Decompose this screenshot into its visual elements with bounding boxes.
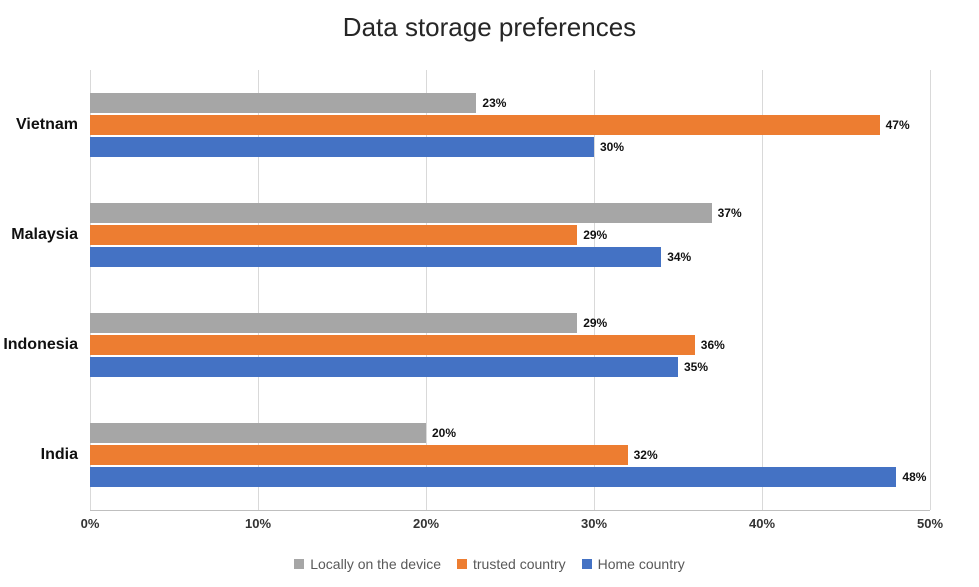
- category-label: Malaysia: [11, 226, 78, 244]
- bar: [90, 445, 628, 465]
- chart-title: Data storage preferences: [0, 12, 979, 43]
- bar-value-label: 20%: [432, 426, 456, 440]
- legend-label: Home country: [598, 556, 685, 572]
- bar-value-label: 34%: [667, 250, 691, 264]
- bar: [90, 467, 896, 487]
- bar-value-label: 29%: [583, 228, 607, 242]
- category-label: Indonesia: [3, 336, 78, 354]
- x-tick-label: 10%: [245, 516, 271, 531]
- bar-value-label: 30%: [600, 140, 624, 154]
- x-tick-label: 50%: [917, 516, 943, 531]
- legend-item: Home country: [582, 556, 685, 572]
- bar: [90, 247, 661, 267]
- bar: [90, 357, 678, 377]
- bar-value-label: 47%: [886, 118, 910, 132]
- x-tick-label: 0%: [81, 516, 100, 531]
- bar-value-label: 35%: [684, 360, 708, 374]
- gridline: [258, 70, 259, 510]
- chart-container: Data storage preferences 0% 10% 20% 30% 40% 5…: [0, 0, 979, 587]
- bar: [90, 225, 577, 245]
- legend: Locally on the device trusted country Home…: [0, 556, 979, 572]
- gridline: [426, 70, 427, 510]
- bar: [90, 423, 426, 443]
- gridline: [762, 70, 763, 510]
- bar-value-label: 23%: [482, 96, 506, 110]
- plot-area: 0%10%20%30%40%50%Vietnam23%47%30%Malaysi…: [90, 70, 930, 511]
- legend-label: Locally on the device: [310, 556, 441, 572]
- x-tick-label: 40%: [749, 516, 775, 531]
- bar: [90, 93, 476, 113]
- category-label: India: [41, 446, 78, 464]
- legend-swatch: [457, 559, 467, 569]
- bar-value-label: 32%: [634, 448, 658, 462]
- bar-value-label: 48%: [902, 470, 926, 484]
- x-tick-label: 30%: [581, 516, 607, 531]
- bar: [90, 203, 712, 223]
- legend-label: trusted country: [473, 556, 566, 572]
- gridline: [594, 70, 595, 510]
- legend-swatch: [582, 559, 592, 569]
- bar: [90, 313, 577, 333]
- category-label: Vietnam: [16, 116, 78, 134]
- legend-item: Locally on the device: [294, 556, 441, 572]
- gridline: [90, 70, 91, 510]
- bar: [90, 137, 594, 157]
- bar-value-label: 36%: [701, 338, 725, 352]
- bar: [90, 335, 695, 355]
- legend-swatch: [294, 559, 304, 569]
- gridline: [930, 70, 931, 510]
- bar-value-label: 37%: [718, 206, 742, 220]
- bar-value-label: 29%: [583, 316, 607, 330]
- bar: [90, 115, 880, 135]
- legend-item: trusted country: [457, 556, 566, 572]
- x-tick-label: 20%: [413, 516, 439, 531]
